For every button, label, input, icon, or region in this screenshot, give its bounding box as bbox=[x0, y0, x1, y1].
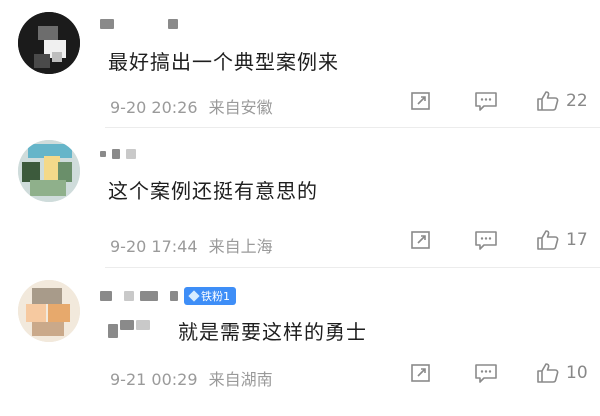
like-button[interactable]: 17 bbox=[536, 229, 588, 251]
comment-meta: 9-21 00:29 来自湖南 bbox=[110, 366, 273, 390]
comment-actions: 17 bbox=[410, 229, 588, 251]
comment-icon bbox=[475, 364, 497, 383]
comment-item: 最好搞出一个典型案例来 9-20 20:26 来自安徽 22 bbox=[0, 0, 600, 128]
comment-location: 来自安徽 bbox=[208, 98, 273, 117]
username-mosaic[interactable] bbox=[100, 16, 178, 32]
avatar[interactable] bbox=[18, 140, 80, 202]
like-count: 17 bbox=[566, 230, 588, 250]
comment-meta: 9-20 20:26 来自安徽 bbox=[110, 94, 273, 118]
comment-location: 来自湖南 bbox=[208, 370, 273, 389]
fan-badge-label: 铁粉1 bbox=[201, 290, 230, 303]
thumbs-up-icon bbox=[537, 230, 559, 250]
like-button[interactable]: 22 bbox=[536, 90, 588, 112]
forward-icon bbox=[411, 231, 430, 249]
comment-meta: 9-20 17:44 来自上海 bbox=[110, 233, 273, 257]
fan-badge[interactable]: 铁粉1 bbox=[184, 287, 236, 305]
comment-button[interactable] bbox=[474, 91, 532, 111]
forward-button[interactable] bbox=[410, 91, 460, 111]
text-mosaic bbox=[108, 320, 150, 338]
like-button[interactable]: 10 bbox=[536, 362, 588, 384]
comment-item: 铁粉1 就是需要这样的勇士 9-21 00:29 来自湖南 10 bbox=[0, 268, 600, 416]
diamond-icon bbox=[188, 290, 200, 302]
comment-actions: 22 bbox=[410, 90, 588, 112]
comment-location: 来自上海 bbox=[208, 237, 273, 256]
comment-text: 最好搞出一个典型案例来 bbox=[108, 50, 339, 74]
username-mosaic[interactable]: 铁粉1 bbox=[100, 287, 236, 305]
forward-icon bbox=[411, 364, 430, 382]
comment-button[interactable] bbox=[474, 230, 532, 250]
comment-item: 这个案例还挺有意思的 9-20 17:44 来自上海 17 bbox=[0, 128, 600, 268]
comment-text: 这个案例还挺有意思的 bbox=[108, 179, 318, 203]
forward-button[interactable] bbox=[410, 230, 460, 250]
thumbs-up-icon bbox=[537, 363, 559, 383]
forward-icon bbox=[411, 92, 430, 110]
comment-icon bbox=[475, 92, 497, 111]
avatar[interactable] bbox=[18, 12, 80, 74]
comment-button[interactable] bbox=[474, 363, 532, 383]
comment-text: 就是需要这样的勇士 bbox=[178, 320, 367, 344]
like-count: 10 bbox=[566, 363, 588, 383]
avatar[interactable] bbox=[18, 280, 80, 342]
thumbs-up-icon bbox=[537, 91, 559, 111]
comment-date: 9-21 00:29 bbox=[110, 370, 198, 389]
comment-actions: 10 bbox=[410, 362, 588, 384]
comment-date: 9-20 20:26 bbox=[110, 98, 198, 117]
like-count: 22 bbox=[566, 91, 588, 111]
comment-icon bbox=[475, 231, 497, 250]
comment-date: 9-20 17:44 bbox=[110, 237, 198, 256]
username-mosaic[interactable] bbox=[100, 146, 136, 162]
forward-button[interactable] bbox=[410, 363, 460, 383]
